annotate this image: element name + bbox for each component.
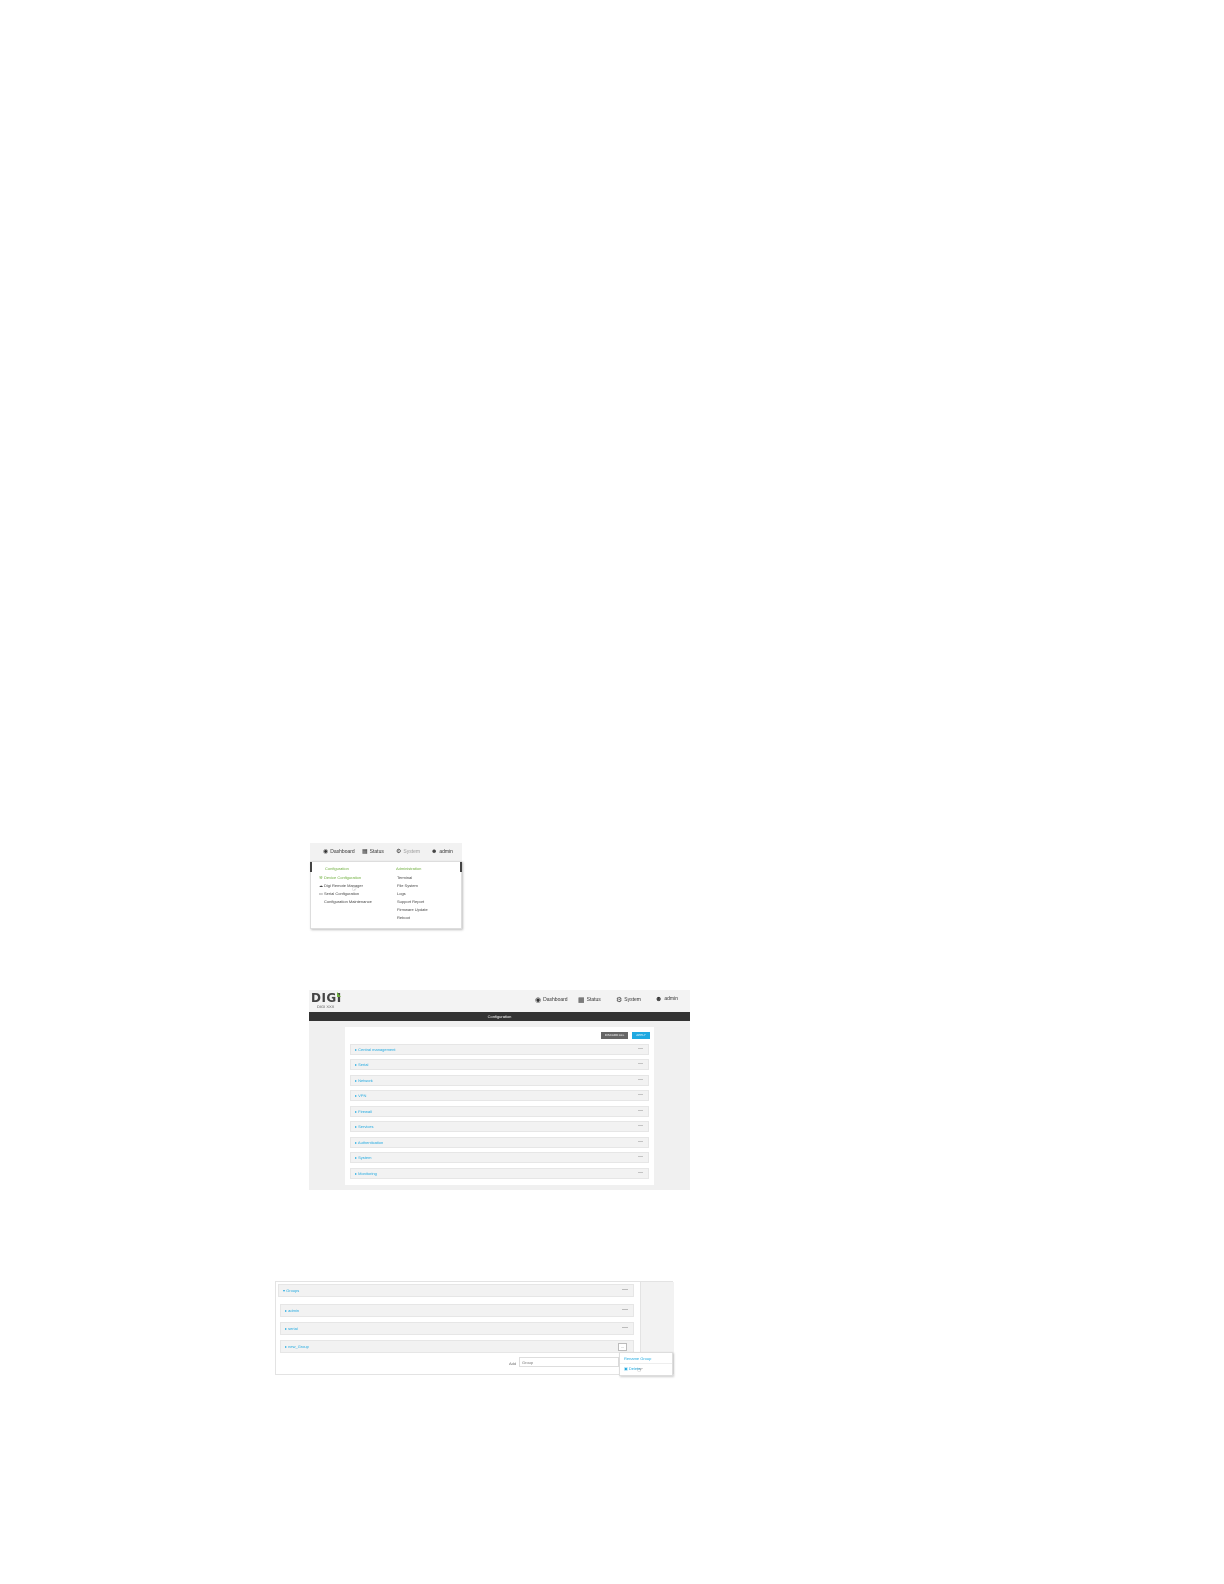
- menu-item-label: Device Configuration: [324, 875, 362, 880]
- groups-panel-screenshot: ▾ Groups — ▸ admin — ▸ serial — ▸ new_Group…: [275, 1281, 674, 1376]
- configuration-heading: Configuration: [325, 866, 349, 871]
- rename-group-item[interactable]: Rename Group: [624, 1356, 651, 1361]
- menu-item-file-system[interactable]: File System: [397, 883, 418, 888]
- hand-cursor-icon: ☞: [352, 887, 358, 893]
- nav-dashboard[interactable]: ◉ Dashboard: [323, 848, 355, 857]
- section-label: ▸ System: [355, 1155, 372, 1160]
- collapse-icon[interactable]: —: [638, 1061, 643, 1067]
- collapse-icon[interactable]: —: [622, 1307, 628, 1313]
- add-group-label: Add: [509, 1361, 517, 1366]
- trash-icon: ▣: [624, 1366, 628, 1371]
- section-services[interactable]: ▸ Services —: [350, 1121, 649, 1132]
- collapse-icon[interactable]: —: [638, 1139, 643, 1145]
- collapse-icon[interactable]: —: [638, 1154, 643, 1160]
- group-row-new-group[interactable]: ▸ new_Group: [280, 1340, 634, 1353]
- section-label: ▸ Central management: [355, 1047, 396, 1052]
- apply-button[interactable]: APPLY: [632, 1032, 650, 1039]
- collapse-icon[interactable]: —: [638, 1108, 643, 1114]
- menu-item-reboot[interactable]: Reboot: [397, 915, 410, 920]
- section-label: ▸ Authentication: [355, 1140, 384, 1145]
- section-authentication[interactable]: ▸ Authentication —: [350, 1137, 649, 1148]
- collapse-icon[interactable]: —: [622, 1287, 628, 1293]
- user-icon: ☻: [431, 849, 438, 855]
- group-label: ▸ admin: [285, 1308, 300, 1313]
- nav-status-label: Status: [586, 997, 601, 1003]
- nav-status[interactable]: ▦ Status: [362, 848, 384, 857]
- nav-status-label: Status: [369, 849, 384, 855]
- section-label: ▸ Serial: [355, 1062, 369, 1067]
- menu-item-device-configuration[interactable]: ⚒Device Configuration: [319, 875, 361, 880]
- administration-heading: Administration: [396, 866, 422, 871]
- menu-item-firmware-update[interactable]: Firmware Update: [397, 907, 428, 912]
- group-row-admin[interactable]: ▸ admin —: [280, 1304, 634, 1317]
- section-label: ▸ Network: [355, 1078, 373, 1083]
- nav-system-label: System: [624, 997, 641, 1003]
- gear-icon: ⚙: [616, 997, 623, 1004]
- configuration-page-screenshot: DIGI DIGI XXX ◉ Dashboard ▦ Status ⚙ System…: [309, 990, 690, 1190]
- section-label: ▸ VPN: [355, 1093, 367, 1098]
- logo-flag-icon: [337, 992, 341, 997]
- group-context-menu: Rename Group ▣ Delete: [619, 1352, 673, 1376]
- groups-header-row[interactable]: ▾ Groups —: [278, 1284, 634, 1297]
- logo-tagline: DIGI XXX: [317, 1004, 335, 1009]
- section-label: ▸ Services: [355, 1124, 374, 1129]
- discard-all-button[interactable]: DISCARD ALL: [601, 1032, 628, 1039]
- collapse-icon[interactable]: —: [638, 1046, 643, 1052]
- menu-item-support-report[interactable]: Support Report: [397, 899, 424, 904]
- menu-item-terminal[interactable]: Terminal: [397, 875, 412, 880]
- menu-item-configuration-maintenance[interactable]: Configuration Maintenance: [324, 899, 372, 904]
- group-options-button[interactable]: ...: [618, 1343, 627, 1351]
- section-network[interactable]: ▸ Network —: [350, 1075, 649, 1086]
- menu-edge-left: [310, 862, 312, 872]
- collapse-icon[interactable]: —: [638, 1123, 643, 1129]
- nav-dashboard-label: Dashboard: [543, 997, 568, 1003]
- menu-edge-right: [460, 862, 462, 872]
- section-firewall[interactable]: ▸ Firewall —: [350, 1106, 649, 1117]
- dashboard-icon: ◉: [323, 849, 329, 855]
- page-title: Configuration: [309, 1012, 690, 1021]
- status-grid-icon: ▦: [578, 997, 585, 1004]
- section-monitoring[interactable]: ▸ Monitoring —: [350, 1168, 649, 1179]
- section-vpn[interactable]: ▸ VPN —: [350, 1090, 649, 1101]
- collapse-icon[interactable]: —: [638, 1077, 643, 1083]
- system-menu-screenshot: ◉ Dashboard ▦ Status ⚙ System ☻ admin Config…: [310, 843, 462, 929]
- system-dropdown-menu: Configuration ⚒Device Configuration ☁Dig…: [310, 861, 462, 929]
- section-label: ▸ Firewall: [355, 1109, 372, 1114]
- menu-item-logs[interactable]: Logs: [397, 891, 406, 896]
- nav-user[interactable]: ☻ admin: [431, 848, 453, 857]
- nav-dashboard[interactable]: ◉ Dashboard: [535, 996, 568, 1004]
- context-menu-divider: [620, 1363, 672, 1364]
- user-icon: ☻: [655, 996, 663, 1003]
- gear-icon: ⚙: [396, 849, 402, 855]
- collapse-icon[interactable]: —: [638, 1170, 643, 1176]
- hand-cursor-icon: ☞: [637, 1367, 644, 1374]
- status-grid-icon: ▦: [362, 849, 368, 855]
- nav-dashboard-label: Dashboard: [330, 849, 355, 855]
- groups-label: ▾ Groups: [283, 1288, 300, 1293]
- nav-user-label: admin: [664, 996, 678, 1002]
- group-label: ▸ new_Group: [285, 1344, 309, 1349]
- collapse-icon[interactable]: —: [638, 1092, 643, 1098]
- nav-user[interactable]: ☻ admin: [655, 996, 678, 1003]
- dashboard-icon: ◉: [535, 997, 542, 1004]
- group-row-serial[interactable]: ▸ serial —: [280, 1322, 634, 1335]
- section-serial[interactable]: ▸ Serial —: [350, 1059, 649, 1070]
- nav-user-label: admin: [439, 849, 453, 855]
- section-central-management[interactable]: ▸ Central management —: [350, 1044, 649, 1055]
- nav-system[interactable]: ⚙ System: [616, 996, 641, 1004]
- collapse-icon[interactable]: —: [622, 1325, 628, 1331]
- section-system[interactable]: ▸ System —: [350, 1152, 649, 1163]
- add-group-input[interactable]: [519, 1357, 619, 1367]
- section-label: ▸ Monitoring: [355, 1171, 377, 1176]
- nav-system-label: System: [403, 849, 421, 855]
- nav-system[interactable]: ⚙ System: [396, 848, 420, 857]
- group-label: ▸ serial: [285, 1326, 298, 1331]
- nav-status[interactable]: ▦ Status: [578, 996, 601, 1004]
- menu-item-label: Configuration Maintenance: [324, 899, 372, 904]
